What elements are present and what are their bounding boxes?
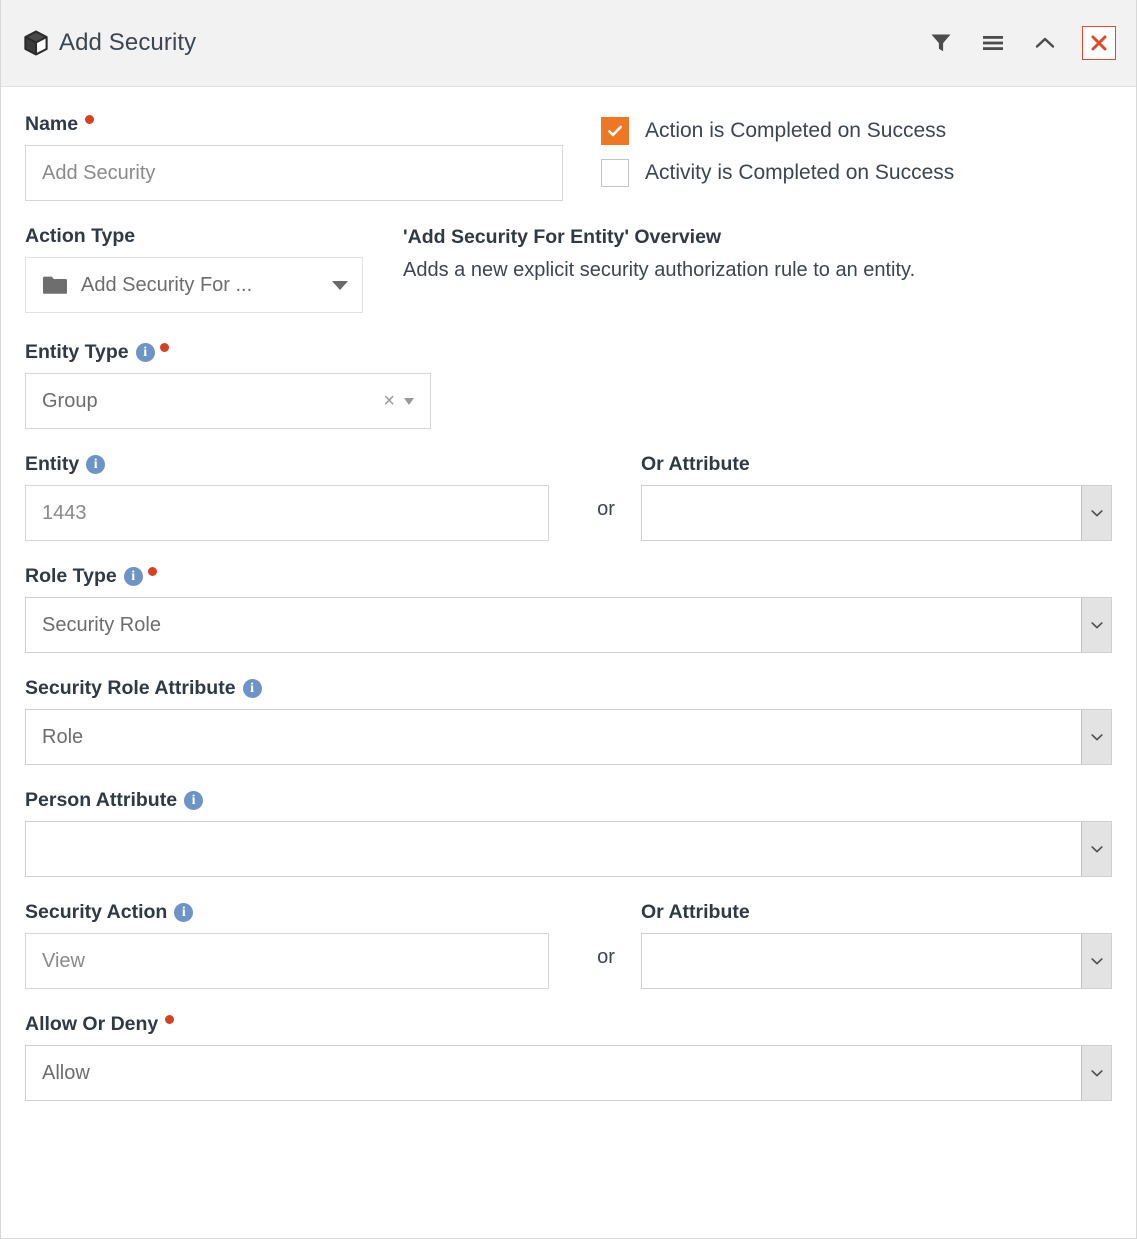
entity-label: Entity <box>25 453 80 475</box>
chevron-down-icon[interactable] <box>1081 710 1111 764</box>
overview-title: 'Add Security For Entity' Overview <box>403 226 722 248</box>
name-label: Name <box>25 113 79 135</box>
name-field-group: Name <box>25 113 563 201</box>
action-completed-checkbox-row[interactable]: Action is Completed on Success <box>601 117 954 145</box>
allow-or-deny-value: Allow <box>42 1061 90 1084</box>
action-type-value: Add Security For ... <box>81 273 253 296</box>
dialog-body: Name Action is Completed on Success <box>1 87 1136 1101</box>
clear-icon[interactable]: × <box>374 391 404 411</box>
name-and-options-row: Name Action is Completed on Success <box>25 113 1112 201</box>
entity-or-attribute-select[interactable] <box>641 485 1112 541</box>
security-action-or-attribute-label: Or Attribute <box>641 901 750 923</box>
chevron-down-icon[interactable] <box>1081 822 1111 876</box>
required-indicator <box>159 343 169 352</box>
chevron-down-icon[interactable] <box>1081 486 1111 540</box>
security-action-label-group: Security Action i <box>25 901 571 924</box>
security-action-group: Security Action i <box>25 901 571 989</box>
close-icon[interactable] <box>1082 26 1116 60</box>
add-security-dialog: Add Security Name Add Security Action is… <box>0 0 1137 1239</box>
security-action-or-attribute-group: Or Attribute <box>641 901 1112 989</box>
entity-or-attribute-label: Or Attribute <box>641 453 750 475</box>
security-action-or-attribute-value <box>642 934 1081 988</box>
allow-or-deny-label: Allow Or Deny <box>25 1013 159 1035</box>
chevron-down-icon <box>332 280 348 290</box>
entity-or-attribute-group: Or Attribute <box>641 453 1112 541</box>
entity-type-label: Entity Type <box>25 341 129 363</box>
cube-icon <box>23 30 49 56</box>
info-icon[interactable]: i <box>123 567 143 586</box>
security-role-attribute-label-group: Security Role Attribute i <box>25 677 1112 700</box>
chevron-down-icon[interactable] <box>1081 1046 1111 1100</box>
filter-icon[interactable] <box>926 28 956 58</box>
titlebar-actions <box>926 26 1122 60</box>
entity-input[interactable] <box>25 485 549 541</box>
chevron-down-icon[interactable] <box>404 397 414 405</box>
security-role-attribute-group: Security Role Attribute i Role <box>25 677 1112 765</box>
person-attribute-label-group: Person Attribute i <box>25 789 1112 812</box>
options-checkbox-group: Action is Completed on Success Activity … <box>601 113 954 201</box>
role-type-label-group: Role Type i <box>25 565 1112 588</box>
or-separator: or <box>597 498 615 520</box>
or-separator: or <box>597 946 615 968</box>
info-icon[interactable]: i <box>184 791 204 810</box>
security-role-attribute-label: Security Role Attribute <box>25 677 236 699</box>
security-action-label: Security Action <box>25 901 168 923</box>
security-action-or-attribute-select[interactable] <box>641 933 1112 989</box>
info-icon[interactable]: i <box>242 679 262 698</box>
security-role-attribute-select[interactable]: Role <box>25 709 1112 765</box>
info-icon[interactable]: i <box>174 903 194 922</box>
entity-group: Entity i <box>25 453 571 541</box>
role-type-label: Role Type <box>25 565 117 587</box>
action-type-label: Action Type <box>25 225 136 247</box>
action-type-label-group: Action Type <box>25 225 403 248</box>
required-indicator <box>85 115 95 124</box>
action-type-group: Action Type Add Security For ... <box>25 225 403 313</box>
action-completed-label: Action is Completed on Success <box>645 119 947 142</box>
security-action-input[interactable] <box>25 933 549 989</box>
required-indicator <box>165 1015 175 1024</box>
menu-icon[interactable] <box>978 28 1008 58</box>
entity-type-group: Entity Type i Group × <box>25 341 1112 429</box>
role-type-value: Security Role <box>42 613 161 636</box>
collapse-icon[interactable] <box>1030 28 1060 58</box>
security-action-row: Security Action i or Or Attribute <box>25 901 1112 989</box>
entity-type-label-group: Entity Type i <box>25 341 1112 364</box>
chevron-down-icon[interactable] <box>1081 598 1111 652</box>
dialog-title-group: Add Security <box>23 29 926 57</box>
entity-or-attribute-value <box>642 486 1081 540</box>
entity-row: Entity i or Or Attribute <box>25 453 1112 541</box>
action-type-row: Action Type Add Security For ... 'Add Se… <box>25 225 1112 313</box>
person-attribute-select[interactable] <box>25 821 1112 877</box>
role-type-select[interactable]: Security Role <box>25 597 1112 653</box>
overview-text: Adds a new explicit security authorizati… <box>403 259 916 281</box>
overview-panel: 'Add Security For Entity' Overview Adds … <box>403 225 1112 313</box>
entity-type-combobox[interactable]: Group × <box>25 373 431 429</box>
allow-or-deny-select[interactable]: Allow <box>25 1045 1112 1101</box>
dialog-title: Add Security <box>59 29 197 56</box>
dialog-titlebar: Add Security <box>1 0 1136 87</box>
allow-or-deny-label-group: Allow Or Deny <box>25 1013 1112 1036</box>
person-attribute-label: Person Attribute <box>25 789 178 811</box>
info-icon[interactable]: i <box>135 343 155 362</box>
name-label-group: Name <box>25 113 563 136</box>
required-indicator <box>147 567 157 576</box>
activity-completed-checkbox-row[interactable]: Activity is Completed on Success <box>601 159 954 187</box>
security-role-attribute-value: Role <box>42 725 84 748</box>
info-icon[interactable]: i <box>86 455 106 474</box>
person-attribute-group: Person Attribute i <box>25 789 1112 877</box>
entity-label-group: Entity i <box>25 453 571 476</box>
action-type-dropdown[interactable]: Add Security For ... <box>25 257 363 313</box>
person-attribute-value <box>26 822 1081 876</box>
entity-type-value: Group <box>42 389 98 412</box>
name-input[interactable] <box>25 145 563 201</box>
activity-completed-label: Activity is Completed on Success <box>645 161 955 184</box>
allow-or-deny-group: Allow Or Deny Allow <box>25 1013 1112 1101</box>
action-completed-checkbox[interactable] <box>601 117 629 145</box>
folder-icon <box>42 275 68 295</box>
activity-completed-checkbox[interactable] <box>601 159 629 187</box>
role-type-group: Role Type i Security Role <box>25 565 1112 653</box>
chevron-down-icon[interactable] <box>1081 934 1111 988</box>
